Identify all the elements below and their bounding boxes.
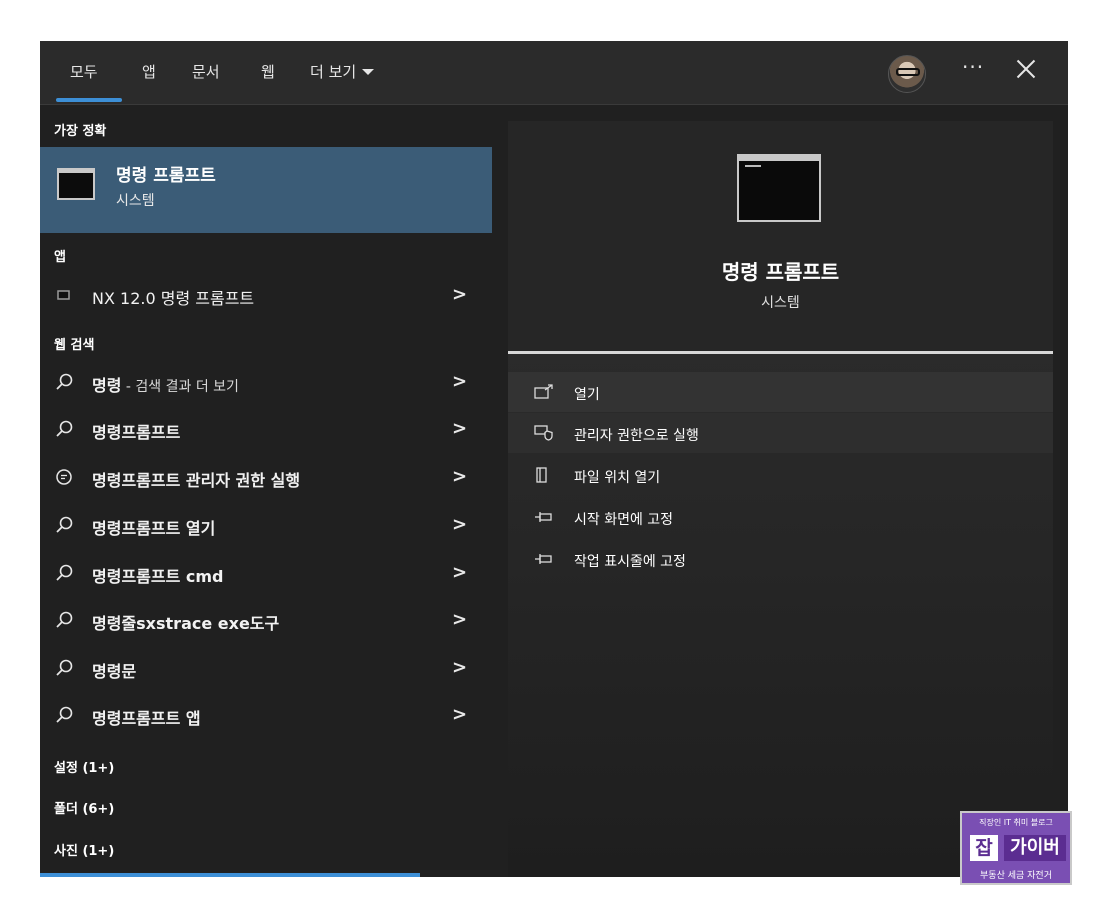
chevron-right-icon[interactable]: > (452, 466, 467, 487)
search-icon (56, 659, 73, 676)
results-list: 가장 정확 명령 프롬프트 시스템 앱 NX 12.0 명령 프롬프트 > 웹 … (40, 106, 492, 877)
list-item-label: 명령프롬프트 (92, 423, 181, 442)
action-pin-to-taskbar-label: 작업 표시줄에 고정 (574, 554, 686, 570)
apps-heading: 앱 (54, 250, 66, 265)
terminal-icon (57, 168, 95, 200)
tab-more-label: 더 보기 (310, 63, 357, 81)
search-icon (56, 420, 73, 437)
close-icon[interactable] (1012, 55, 1040, 83)
query-text: 명령 (92, 376, 122, 395)
preview-subtitle: 시스템 (761, 295, 800, 311)
file-location-icon (536, 467, 547, 483)
chevron-right-icon[interactable]: > (452, 562, 467, 583)
list-item[interactable]: 명령프롬프트 > (40, 409, 492, 449)
list-item-label: NX 12.0 명령 프롬프트 (92, 289, 255, 308)
tab-web[interactable]: 웹 (261, 61, 275, 82)
list-item[interactable]: 명령 - 검색 결과 더 보기 > (40, 362, 492, 402)
action-open-file-location-label: 파일 위치 열기 (574, 470, 661, 486)
watermark-subtitle: 부동산 세금 자전거 (980, 871, 1052, 881)
search-window: 모두 앱 문서 웹 더 보기 ··· 가장 정확 명령 프롬프트 시스템 앱 N… (40, 41, 1068, 877)
best-match-heading: 가장 정확 (54, 124, 107, 139)
chevron-right-icon[interactable]: > (452, 609, 467, 630)
watermark-title: 가이버 (1004, 835, 1066, 861)
avatar-glasses (896, 68, 920, 76)
tab-documents[interactable]: 문서 (192, 61, 220, 82)
search-icon (56, 564, 73, 581)
watermark-badge: 잡 (970, 835, 998, 861)
avatar[interactable] (888, 55, 926, 93)
list-item-label: 명령프롬프트 cmd (92, 567, 224, 586)
tab-more[interactable]: 더 보기 (310, 61, 375, 82)
category-settings[interactable]: 설정 (1+) (54, 757, 114, 776)
tab-apps[interactable]: 앱 (142, 61, 156, 82)
action-pin-to-taskbar[interactable]: 작업 표시줄에 고정 (508, 539, 1053, 579)
category-folders[interactable]: 폴더 (6+) (54, 798, 114, 817)
search-icon (56, 706, 73, 723)
list-bottom-accent (40, 873, 420, 877)
best-match-subtitle: 시스템 (116, 193, 155, 209)
category-photos[interactable]: 사진 (1+) (54, 840, 114, 859)
active-tab-indicator (56, 98, 122, 102)
terminal-icon (737, 154, 821, 222)
shield-icon (534, 425, 553, 441)
list-item[interactable]: 명령프롬프트 열기 > (40, 505, 492, 545)
preview-divider (508, 351, 1053, 354)
action-pin-to-start[interactable]: 시작 화면에 고정 (508, 497, 1053, 537)
list-item[interactable]: 명령프롬프트 관리자 권한 실행 > (40, 457, 492, 497)
list-item-label: 명령 - 검색 결과 더 보기 (92, 372, 239, 396)
more-options-button[interactable]: ··· (962, 55, 984, 79)
watermark-tagline: 직장인 IT 취미 블로그 (979, 818, 1053, 827)
list-item-label: 명령프롬프트 관리자 권한 실행 (92, 471, 301, 490)
best-match-item[interactable]: 명령 프롬프트 시스템 (40, 147, 492, 233)
list-item[interactable]: 명령줄sxstrace exe도구 > (40, 600, 492, 640)
chat-icon (56, 469, 72, 485)
terminal-icon (57, 290, 70, 300)
best-match-title: 명령 프롬프트 (116, 166, 216, 186)
action-pin-to-start-label: 시작 화면에 고정 (574, 512, 674, 528)
chevron-right-icon[interactable]: > (452, 418, 467, 439)
chevron-right-icon[interactable]: > (452, 704, 467, 725)
list-item[interactable]: NX 12.0 명령 프롬프트 > (40, 275, 492, 315)
caret-down-icon (362, 68, 375, 75)
search-icon (56, 373, 73, 390)
open-icon (534, 384, 553, 399)
list-item-label: 명령문 (92, 662, 137, 681)
list-item-label: 명령프롬프트 앱 (92, 709, 201, 728)
search-tabs-bar: 모두 앱 문서 웹 더 보기 ··· (40, 41, 1068, 105)
action-run-as-admin[interactable]: 관리자 권한으로 실행 (508, 413, 1053, 453)
chevron-right-icon[interactable]: > (452, 657, 467, 678)
search-icon (56, 611, 73, 628)
action-open[interactable]: 열기 (508, 372, 1053, 412)
watermark-logo: 직장인 IT 취미 블로그 잡 가이버 부동산 세금 자전거 (960, 811, 1072, 885)
list-item[interactable]: 명령문 > (40, 648, 492, 688)
web-search-heading: 웹 검색 (54, 338, 95, 353)
list-item-label: 명령프롬프트 열기 (92, 519, 216, 538)
search-icon (56, 516, 73, 533)
list-item[interactable]: 명령프롬프트 앱 > (40, 695, 492, 735)
chevron-right-icon[interactable]: > (452, 284, 467, 305)
list-item-label: 명령줄sxstrace exe도구 (92, 614, 280, 633)
preview-title: 명령 프롬프트 (721, 260, 840, 284)
action-run-as-admin-label: 관리자 권한으로 실행 (574, 428, 699, 444)
pin-icon (535, 512, 552, 522)
list-item[interactable]: 명령프롬프트 cmd > (40, 553, 492, 593)
chevron-right-icon[interactable]: > (452, 371, 467, 392)
query-suffix: - 검색 결과 더 보기 (121, 379, 239, 395)
preview-panel: 명령 프롬프트 시스템 열기 관리자 권한으로 실행 파일 위치 열기 시작 화… (508, 121, 1053, 877)
action-open-label: 열기 (574, 387, 600, 403)
action-open-file-location[interactable]: 파일 위치 열기 (508, 455, 1053, 495)
tab-all[interactable]: 모두 (70, 61, 98, 82)
pin-icon (535, 554, 552, 564)
chevron-right-icon[interactable]: > (452, 514, 467, 535)
